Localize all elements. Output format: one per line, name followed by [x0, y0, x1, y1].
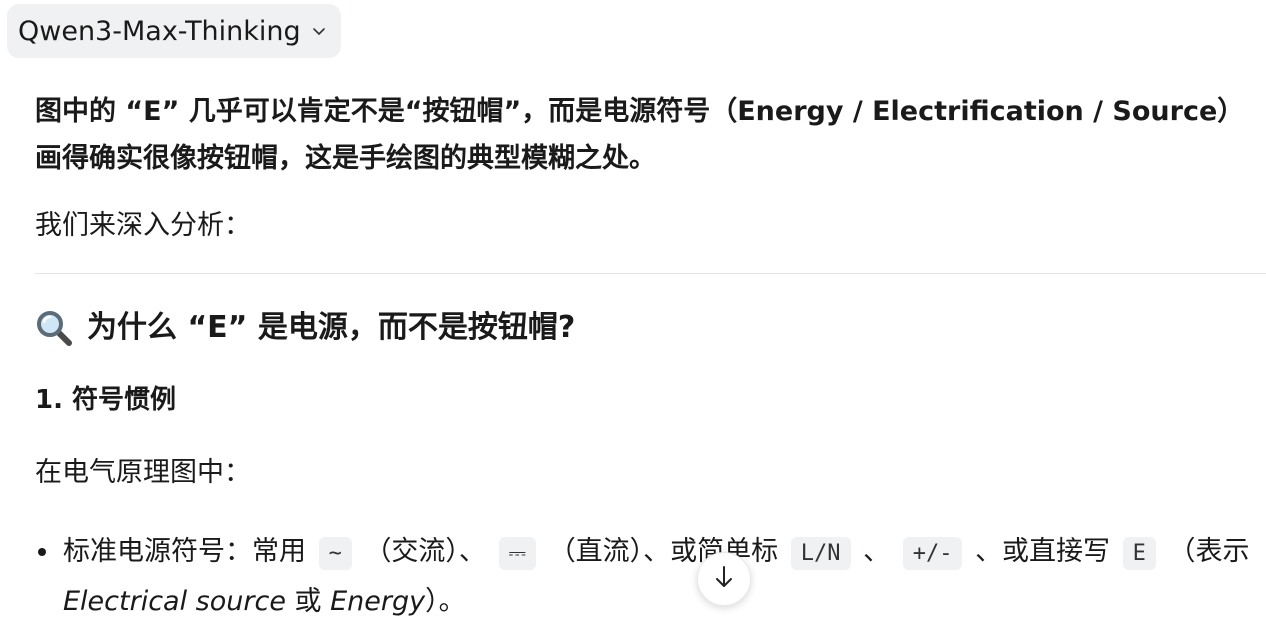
bullet-text: （表示 — [1168, 536, 1250, 567]
assistant-message: 图中的 “E” 几乎可以肯定不是“按钮帽”，而是电源符号（Energy / El… — [35, 88, 1266, 626]
inline-code: ⎓ — [498, 537, 537, 570]
circuit-intro: 在电气原理图中： — [35, 457, 251, 488]
lead-line-1: 图中的 “E” 几乎可以肯定不是“按钮帽”，而是电源符号（Energy / El… — [35, 96, 1245, 127]
list-item-continuation: Electrical source 或 Energy）。 — [35, 578, 1266, 626]
bullet-text: 、 — [863, 536, 891, 567]
inline-code: +/- — [902, 537, 963, 570]
bullet-text: 标准电源符号：常用 — [63, 536, 306, 567]
magnifier-icon — [35, 309, 73, 347]
bullet-list: 标准电源符号：常用 ~ （交流）、 ⎓ （直流）、或简单标 L/N 、 +/- … — [35, 528, 1266, 626]
list-item: 标准电源符号：常用 ~ （交流）、 ⎓ （直流）、或简单标 L/N 、 +/- … — [35, 528, 1266, 578]
section-heading: 为什么 “E” 是电源，而不是按钮帽? — [35, 306, 1266, 350]
bullet-text: ）。 — [425, 586, 466, 617]
scroll-to-bottom-button[interactable] — [697, 552, 751, 606]
chevron-down-icon — [311, 23, 327, 39]
inline-code: E — [1122, 537, 1156, 570]
italic-text: Electrical source — [63, 586, 286, 617]
bullet-dot — [38, 548, 46, 556]
divider — [35, 273, 1266, 274]
bullet-text: （交流）、 — [364, 536, 486, 567]
bullet-text: 、或直接写 — [975, 536, 1111, 567]
model-selector-label: Qwen3-Max-Thinking — [18, 15, 301, 47]
model-selector[interactable]: Qwen3-Max-Thinking — [7, 4, 341, 58]
section-heading-text: 为什么 “E” 是电源，而不是按钮帽? — [87, 310, 576, 345]
italic-text: Energy — [330, 586, 426, 617]
inline-code: ~ — [318, 537, 352, 570]
analysis-intro: 我们来深入分析： — [35, 210, 251, 241]
subheading: 1. 符号惯例 — [35, 385, 177, 415]
lead-line-2: 画得确实很像按钮帽，这是手绘图的典型模糊之处。 — [35, 143, 656, 174]
arrow-down-icon — [713, 565, 735, 593]
bullet-text: 或 — [294, 586, 322, 617]
inline-code: L/N — [790, 537, 851, 570]
